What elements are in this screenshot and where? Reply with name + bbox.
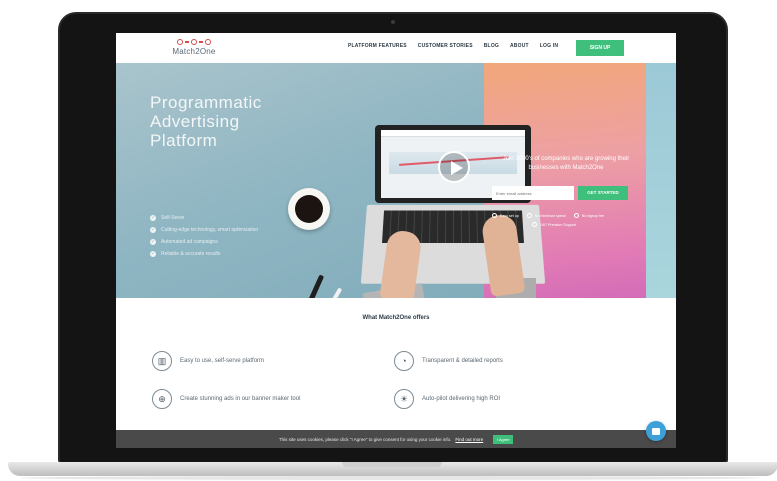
offer-item: ▥ Easy to use, self-serve platform [152, 351, 264, 371]
option-item: Easy set up [492, 213, 519, 218]
reports-icon: ◔ [394, 351, 414, 371]
agree-button[interactable]: I Agree [493, 434, 514, 444]
platform-icon: ▥ [152, 351, 172, 371]
radio-icon [573, 213, 579, 218]
option-item: 24/7 Premium Support [532, 222, 576, 227]
nav-link-blog[interactable]: BLOG [484, 43, 499, 49]
check-icon: ✓ [150, 215, 156, 221]
check-icon: ✓ [150, 239, 156, 245]
nav-link-login[interactable]: LOG IN [540, 43, 558, 49]
nav-link-customer-stories[interactable]: CUSTOMER STORIES [418, 43, 473, 49]
feature-item: ✓ Cutting-edge technology, smart optimiza… [150, 227, 259, 233]
stage: Match2One PLATFORM FEATURES CUSTOMER STO… [0, 0, 777, 481]
signup-options: Easy set up No minimum spend No signup f… [492, 213, 642, 227]
join-text: Join 1000's of companies who are growing… [502, 156, 630, 171]
find-out-more-link[interactable]: Find out more [455, 437, 483, 442]
laptop-base [8, 462, 777, 476]
offer-item: ⊕ Create stunning ads in our banner make… [152, 389, 300, 409]
check-icon: ✓ [150, 227, 156, 233]
top-nav: Match2One PLATFORM FEATURES CUSTOMER STO… [116, 33, 676, 63]
check-icon: ✓ [150, 251, 156, 257]
nav-link-platform-features[interactable]: PLATFORM FEATURES [348, 43, 407, 49]
feature-list: ✓ Self-Serve ✓ Cutting-edge technology, sm… [150, 215, 258, 263]
pen-image [296, 274, 325, 298]
logo-mark-icon [164, 37, 224, 47]
offers-heading: What Match2One offers [362, 315, 430, 321]
radio-icon [532, 222, 537, 227]
radio-icon [492, 213, 497, 218]
feature-item: ✓ Automated ad campaigns [150, 239, 218, 245]
logo-text: Match2One [172, 47, 216, 56]
chat-icon[interactable] [646, 421, 666, 441]
bulb-icon: ☀ [394, 389, 414, 409]
camera-icon [391, 20, 395, 24]
banner-icon: ⊕ [152, 389, 172, 409]
option-item: No minimum spend [526, 213, 566, 218]
cookie-text: This site uses cookies, please click "I … [278, 436, 452, 442]
nav-link-about[interactable]: ABOUT [510, 43, 529, 49]
hero-title: Programmatic Advertising Platform [150, 93, 262, 150]
offer-item: ◔ Transparent & detailed reports [394, 351, 503, 371]
cookie-banner: This site uses cookies, please click "I … [116, 430, 676, 448]
feature-item: ✓ Reliable & accurate results [150, 251, 221, 257]
offer-item: ☀ Auto-pilot delivering high ROI [394, 389, 500, 409]
option-item: No signup fee [573, 213, 604, 218]
feature-item: ✓ Self-Serve [150, 215, 185, 221]
get-started-button[interactable]: GET STARTED [578, 186, 628, 200]
play-video-icon[interactable] [438, 151, 470, 183]
coffee-cup-image [288, 188, 330, 230]
signup-button[interactable]: SIGN UP [576, 40, 624, 56]
brand-logo[interactable]: Match2One [164, 37, 224, 61]
email-field[interactable] [492, 186, 574, 200]
laptop-screen: Match2One PLATFORM FEATURES CUSTOMER STO… [116, 33, 676, 448]
nav-links: PLATFORM FEATURES CUSTOMER STORIES BLOG … [348, 43, 558, 49]
radio-icon [526, 213, 532, 218]
hero-section: Programmatic Advertising Platform ✓ Self-… [116, 63, 676, 298]
